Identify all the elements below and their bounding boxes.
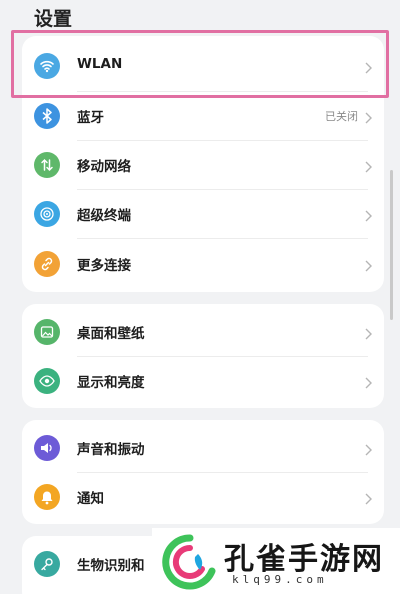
chevron-right-icon [364, 490, 372, 509]
chevron-right-icon [364, 257, 372, 276]
divider [77, 238, 368, 239]
watermark-text: 孔雀手游网 [224, 542, 384, 577]
settings-item-wallpaper[interactable]: 桌面和壁纸 [22, 308, 384, 356]
status-text: 已关闭 [325, 110, 358, 123]
link-icon [34, 251, 60, 277]
settings-item-notifications[interactable]: 通知 [22, 473, 384, 521]
settings-item-label: 超级终端 [77, 208, 131, 224]
bluetooth-icon [34, 103, 60, 129]
chevron-right-icon [364, 158, 372, 177]
watermark: 孔雀手游网 klq99.com [152, 528, 400, 594]
eye-icon [34, 368, 60, 394]
peacock-logo-icon [162, 534, 218, 594]
sound-card: 声音和振动 通知 [22, 420, 384, 524]
settings-item-super-device[interactable]: 超级终端 [22, 190, 384, 238]
watermark-url: klq99.com [232, 573, 328, 586]
settings-item-display[interactable]: 显示和亮度 [22, 357, 384, 405]
settings-item-sound[interactable]: 声音和振动 [22, 424, 384, 472]
speaker-icon [34, 435, 60, 461]
settings-item-label: 通知 [77, 491, 104, 507]
settings-item-label: 桌面和壁纸 [77, 326, 145, 342]
chevron-right-icon [364, 374, 372, 393]
settings-item-label: 显示和亮度 [77, 375, 145, 391]
settings-item-label: 移动网络 [77, 159, 131, 175]
chevron-right-icon [364, 325, 372, 344]
display-card: 桌面和壁纸 显示和亮度 [22, 304, 384, 408]
wlan-highlight-box [11, 30, 389, 98]
bell-icon [34, 484, 60, 510]
scrollbar[interactable] [390, 170, 393, 320]
settings-item-label: 蓝牙 [77, 110, 104, 126]
chevron-right-icon [364, 207, 372, 226]
wallpaper-icon [34, 319, 60, 345]
page-title: 设置 [34, 8, 73, 30]
settings-item-label: 生物识别和 [77, 558, 145, 574]
key-icon [34, 551, 60, 577]
settings-item-more-connections[interactable]: 更多连接 [22, 240, 384, 288]
chevron-right-icon [364, 441, 372, 460]
settings-item-mobile-network[interactable]: 移动网络 [22, 141, 384, 189]
mobile-network-icon [34, 152, 60, 178]
settings-item-label: 更多连接 [77, 258, 131, 274]
chevron-right-icon [364, 109, 372, 128]
settings-item-bluetooth[interactable]: 蓝牙 已关闭 [22, 92, 384, 140]
settings-item-label: 声音和振动 [77, 442, 145, 458]
super-device-icon [34, 201, 60, 227]
